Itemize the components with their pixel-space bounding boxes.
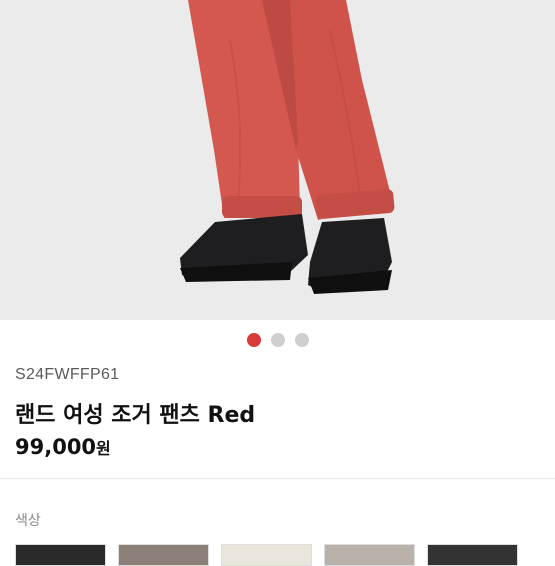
swatch-fill bbox=[325, 545, 414, 565]
carousel-dot-1[interactable] bbox=[246, 333, 261, 347]
color-swatch-3[interactable] bbox=[221, 544, 312, 566]
swatch-fill bbox=[222, 545, 311, 565]
product-code: S24FWFFP61 bbox=[15, 366, 120, 383]
color-swatch-1[interactable] bbox=[15, 544, 106, 566]
color-swatch-5[interactable] bbox=[427, 544, 518, 566]
swatch-fill bbox=[16, 545, 105, 565]
product-photo-illustration bbox=[0, 0, 555, 320]
carousel-dot-3[interactable] bbox=[294, 333, 309, 347]
color-swatch-list bbox=[15, 544, 518, 566]
color-swatch-2[interactable] bbox=[118, 544, 209, 566]
product-image[interactable] bbox=[0, 0, 555, 320]
product-price: 99,000원 bbox=[15, 435, 111, 459]
carousel-dot-2[interactable] bbox=[270, 333, 285, 347]
section-divider bbox=[0, 478, 555, 479]
price-value: 99,000 bbox=[15, 435, 97, 459]
carousel-indicators bbox=[0, 333, 555, 347]
color-option-label: 색상 bbox=[15, 513, 41, 529]
swatch-fill bbox=[428, 545, 517, 565]
swatch-fill bbox=[119, 545, 208, 565]
color-swatch-4[interactable] bbox=[324, 544, 415, 566]
price-unit: 원 bbox=[96, 439, 111, 458]
product-title: 랜드 여성 조거 팬츠 Red bbox=[15, 403, 256, 428]
